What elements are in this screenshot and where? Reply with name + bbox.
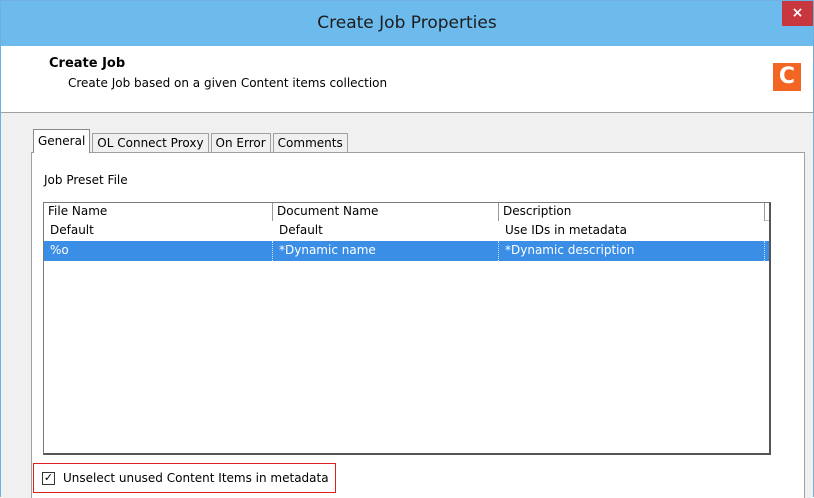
unselect-unused-option: ✓ Unselect unused Content Items in metad…: [33, 463, 336, 493]
dialog-header: Create Job Create Job based on a given C…: [1, 46, 813, 113]
cell-file-name: %o: [44, 241, 273, 261]
header-subtitle: Create Job based on a given Content item…: [68, 76, 388, 90]
cell-document-name: Default: [279, 223, 323, 237]
cell-description: Use IDs in metadata: [505, 223, 627, 237]
close-icon: ×: [791, 5, 804, 21]
cell-description: *Dynamic description: [499, 241, 765, 261]
unselect-unused-checkbox[interactable]: ✓: [42, 472, 55, 485]
tab-ol-connect-proxy[interactable]: OL Connect Proxy: [92, 133, 209, 153]
connect-logo-icon: C: [773, 63, 801, 91]
dialog-body: General OL Connect Proxy On Error Commen…: [1, 113, 813, 498]
list-header: File Name Document Name Description: [44, 203, 769, 221]
job-preset-file-label: Job Preset File: [44, 173, 128, 187]
window-title: Create Job Properties: [317, 13, 497, 33]
tab-on-error[interactable]: On Error: [210, 133, 271, 153]
close-button[interactable]: ×: [782, 1, 813, 26]
tab-general[interactable]: General: [33, 129, 91, 153]
dialog-window: Create Job Properties × Create Job Creat…: [0, 0, 814, 498]
column-header-description[interactable]: Description: [499, 203, 765, 221]
tab-comments[interactable]: Comments: [272, 133, 348, 153]
header-title: Create Job: [49, 56, 126, 71]
tab-strip: General OL Connect Proxy On Error Commen…: [33, 129, 350, 153]
list-row[interactable]: Default Default Use IDs in metadata: [44, 221, 769, 241]
title-bar[interactable]: Create Job Properties ×: [1, 1, 813, 46]
list-row-selected[interactable]: %o *Dynamic name *Dynamic description: [44, 241, 769, 261]
cell-file-name: Default: [50, 223, 94, 237]
unselect-unused-label[interactable]: Unselect unused Content Items in metadat…: [63, 471, 329, 485]
general-tab-panel: Job Preset File File Name Document Name …: [31, 152, 805, 498]
column-header-file-name[interactable]: File Name: [44, 203, 273, 221]
cell-document-name: *Dynamic name: [273, 241, 499, 261]
column-header-document-name[interactable]: Document Name: [273, 203, 499, 221]
job-preset-list[interactable]: File Name Document Name Description Defa…: [43, 202, 771, 455]
